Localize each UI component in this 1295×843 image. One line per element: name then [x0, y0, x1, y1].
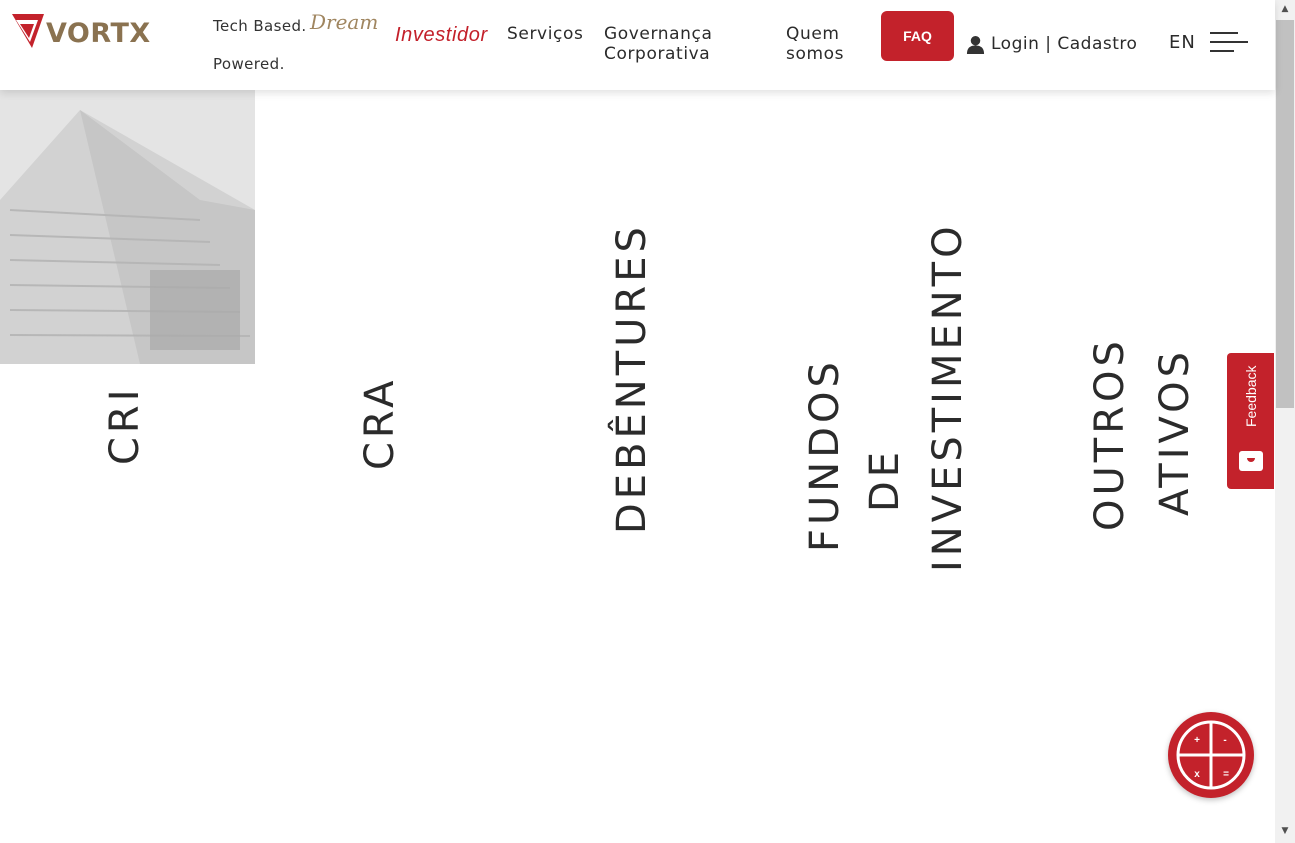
- calculator-icon: + - x =: [1176, 720, 1246, 790]
- category-debentures[interactable]: DEBÊNTURES: [609, 223, 655, 534]
- nav-servicos[interactable]: Serviços: [507, 24, 583, 44]
- category-cri[interactable]: CRI: [102, 355, 148, 465]
- hamburger-menu-icon[interactable]: [1210, 30, 1250, 56]
- nav-governanca-corporativa[interactable]: Governança Corporativa: [604, 24, 754, 64]
- tagline-part1: Tech Based.: [213, 17, 307, 35]
- category-cri-label: CRI: [102, 385, 148, 465]
- feedback-face-icon: [1239, 451, 1263, 471]
- category-outros-line2: ATIVOS: [1152, 347, 1198, 516]
- category-cra[interactable]: CRA: [357, 350, 403, 470]
- feedback-label: Feedback: [1243, 365, 1259, 427]
- nav-investidor[interactable]: Investidor: [395, 25, 488, 45]
- nav-quem-somos[interactable]: Quem somos: [786, 24, 856, 64]
- vortx-logo-icon: [12, 14, 44, 48]
- logo-text: VORTX: [46, 18, 151, 49]
- tagline-part2: Powered.: [213, 55, 285, 73]
- scroll-down-arrow-icon[interactable]: ▼: [1278, 826, 1292, 838]
- category-outros-line1: OUTROS: [1087, 337, 1133, 531]
- tagline-script: Dream: [310, 10, 379, 34]
- feedback-tab[interactable]: Feedback: [1227, 353, 1274, 489]
- category-debentures-label: DEBÊNTURES: [609, 223, 655, 534]
- category-fundos-line2: DE: [862, 447, 908, 512]
- calculator-button[interactable]: + - x =: [1168, 712, 1254, 798]
- user-icon: [966, 35, 985, 54]
- login-label: Login | Cadastro: [991, 34, 1138, 54]
- scroll-up-arrow-icon[interactable]: ▲: [1278, 4, 1292, 16]
- language-switch[interactable]: EN: [1169, 32, 1196, 53]
- faq-button[interactable]: FAQ: [881, 11, 954, 61]
- category-cra-label: CRA: [357, 376, 403, 470]
- scrollbar-thumb[interactable]: [1276, 20, 1294, 408]
- calc-plus: +: [1194, 735, 1200, 746]
- site-header: VORTX Tech Based. Dream Powered. Investi…: [0, 0, 1275, 90]
- category-fundos-line1: FUNDOS: [802, 358, 848, 552]
- vortx-logo[interactable]: VORTX: [12, 12, 152, 52]
- category-fundos-line3: INVESTIMENTO: [925, 222, 971, 572]
- calc-equals: =: [1223, 769, 1229, 780]
- calc-minus: -: [1223, 735, 1226, 746]
- login-link[interactable]: Login | Cadastro: [966, 34, 1137, 54]
- calc-times: x: [1194, 769, 1200, 780]
- building-image: [0, 90, 255, 364]
